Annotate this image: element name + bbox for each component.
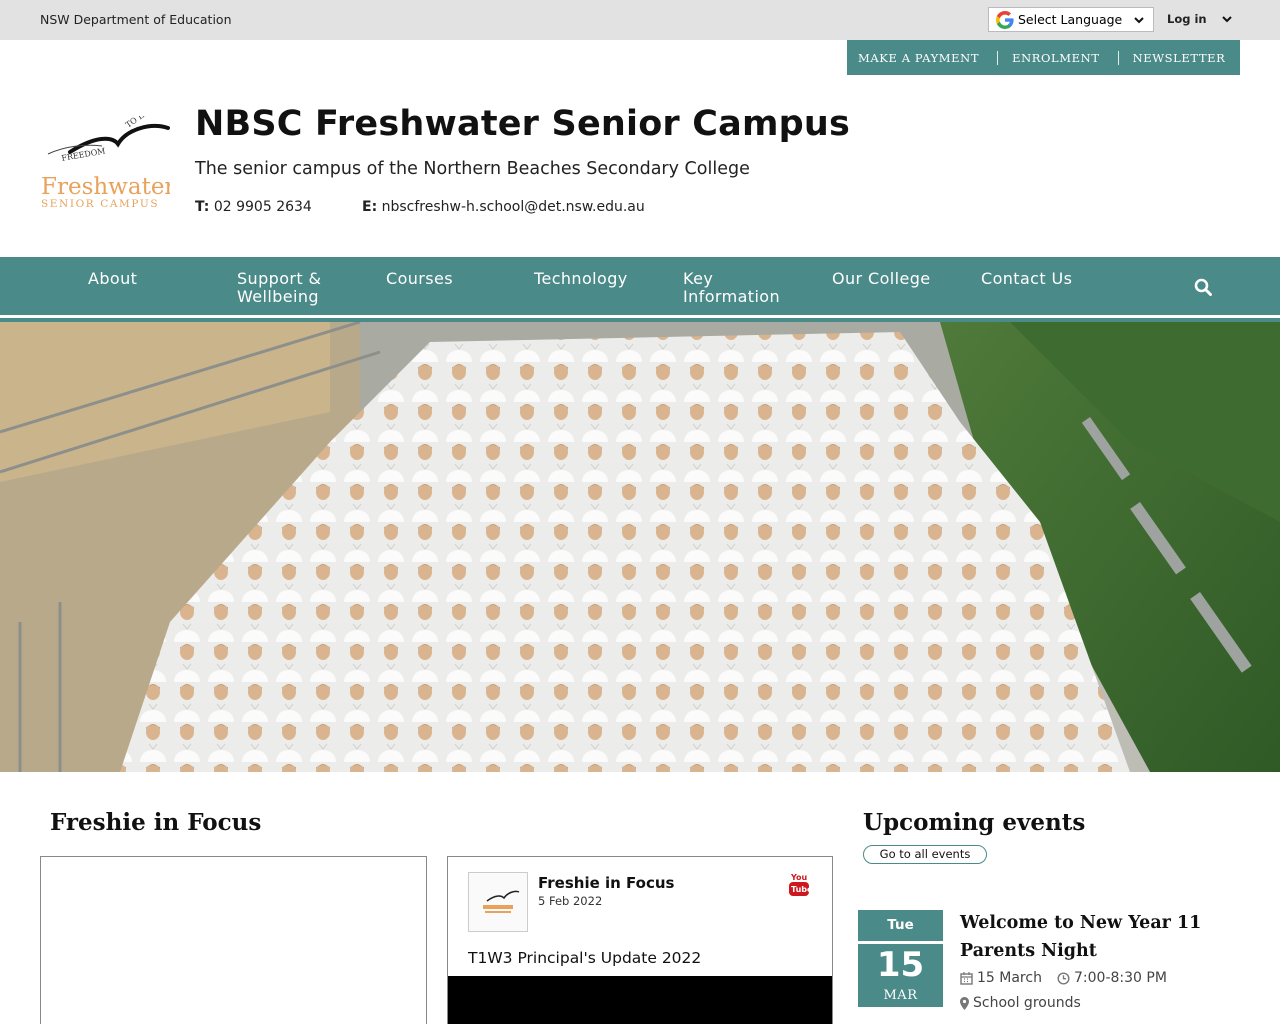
event-date-badge: Tue 15 MAR (858, 910, 943, 1007)
search-icon[interactable] (1194, 278, 1212, 296)
main-nav: About Support & Wellbeing Courses Techno… (0, 257, 1280, 318)
divider (1117, 50, 1119, 65)
nav-item-contact-us[interactable]: Contact Us (981, 270, 1072, 288)
svg-text:FREEDOM: FREEDOM (61, 146, 106, 163)
nav-item-key-information[interactable]: Key Information (683, 270, 793, 306)
channel-logo (483, 890, 520, 913)
divider (858, 941, 943, 944)
nav-item-about[interactable]: About (88, 270, 137, 288)
language-select-label: Select Language (1018, 12, 1123, 27)
nav-item-support-wellbeing[interactable]: Support & Wellbeing (237, 270, 347, 306)
svg-text:Freshwater: Freshwater (41, 174, 170, 200)
event-time: 7:00-8:30 PM (1057, 970, 1167, 986)
event-title[interactable]: Welcome to New Year 11 Parents Night (960, 909, 1220, 965)
channel-avatar (468, 872, 528, 932)
students-group-photo (0, 322, 1280, 772)
site-tagline: The senior campus of the Northern Beache… (195, 159, 750, 179)
divider (997, 50, 999, 65)
event-date-text: 15 March (977, 970, 1042, 986)
google-icon (996, 10, 1014, 29)
phone-number[interactable]: 02 9905 2634 (214, 199, 312, 215)
email-contact: E: nbscfreshw-h.school@det.nsw.edu.au (362, 199, 645, 215)
svg-text:SENIOR CAMPUS: SENIOR CAMPUS (41, 198, 159, 210)
enrolment-link[interactable]: ENROLMENT (1012, 51, 1099, 65)
chevron-down-icon (1134, 17, 1144, 24)
map-pin-icon (960, 996, 969, 1010)
video-channel-name[interactable]: Freshie in Focus (538, 874, 675, 892)
event-location: School grounds (960, 995, 1081, 1011)
phone-label: T: (195, 199, 210, 215)
section-heading-focus: Freshie in Focus (50, 809, 262, 836)
nav-item-courses[interactable]: Courses (386, 270, 453, 288)
video-date: 5 Feb 2022 (538, 894, 603, 908)
login-menu[interactable]: Log in (1167, 12, 1233, 26)
make-payment-link[interactable]: MAKE A PAYMENT (858, 51, 979, 65)
email-label: E: (362, 199, 378, 215)
phone-contact: T: 02 9905 2634 (195, 199, 312, 215)
nav-item-technology[interactable]: Technology (534, 270, 628, 288)
clock-icon (1057, 971, 1070, 985)
utility-bar: NSW Department of Education Select Langu… (0, 0, 1280, 40)
event-date: 15 March (960, 970, 1042, 986)
section-heading-events: Upcoming events (863, 809, 1086, 836)
svg-text:Tube: Tube (791, 885, 809, 894)
all-events-button[interactable]: Go to all events (863, 845, 987, 864)
event-time-text: 7:00-8:30 PM (1074, 970, 1167, 986)
event-location-text: School grounds (973, 995, 1081, 1011)
video-caption[interactable]: T1W3 Principal's Update 2022 (468, 949, 701, 967)
login-label: Log in (1167, 12, 1207, 26)
chevron-down-icon (1221, 16, 1232, 23)
hero-image (0, 322, 1280, 772)
nav-item-our-college[interactable]: Our College (832, 270, 931, 288)
page-title: NBSC Freshwater Senior Campus (195, 104, 851, 144)
youtube-card[interactable]: Freshie in Focus 5 Feb 2022 You Tube T1W… (447, 856, 833, 1024)
calendar-icon (960, 971, 973, 985)
event-day: 15 (876, 945, 925, 985)
media-panel-empty (40, 856, 427, 1024)
video-player[interactable] (448, 976, 832, 1024)
newsletter-link[interactable]: NEWSLETTER (1133, 51, 1226, 65)
svg-text:You: You (790, 873, 808, 882)
school-logo[interactable]: FREEDOM TO LEARN Freshwater SENIOR CAMPU… (40, 116, 170, 216)
department-link[interactable]: NSW Department of Education (40, 12, 232, 27)
event-month: MAR (883, 988, 918, 1003)
event-weekday: Tue (887, 917, 914, 933)
email-address[interactable]: nbscfreshw-h.school@det.nsw.edu.au (382, 199, 645, 215)
youtube-icon[interactable]: You Tube (789, 871, 809, 897)
language-select[interactable]: Select Language (988, 7, 1154, 32)
quick-links: MAKE A PAYMENT ENROLMENT NEWSLETTER (847, 40, 1240, 75)
